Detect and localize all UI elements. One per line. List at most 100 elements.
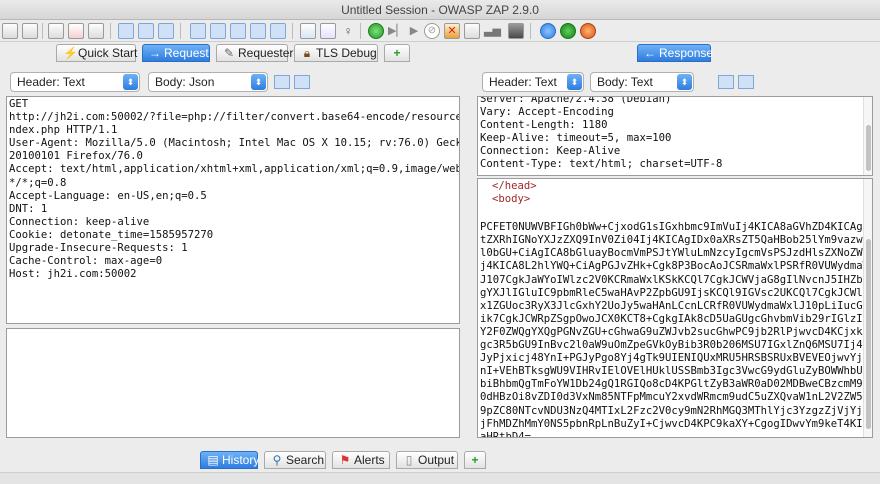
scan-icon[interactable] — [300, 23, 316, 39]
session-icon[interactable] — [2, 23, 18, 39]
text-line: JyPjxicj48YnI+PGJyPgo8Yj4gTk9UIENIQUxMRU… — [480, 352, 873, 365]
text-line: Cookie: detonate_time=1585957270 — [9, 228, 214, 241]
delete-icon[interactable] — [68, 23, 84, 39]
request-header-textarea[interactable]: GET http://jh2i.com:50002/?file=php://fil… — [6, 96, 460, 324]
text-line: Host: jh2i.com:50002 — [9, 268, 137, 281]
tab-request[interactable]: → Request — [142, 44, 210, 62]
text-line: <body> — [492, 193, 531, 206]
layout-b-icon[interactable] — [210, 23, 226, 39]
select-value: Header: Text — [489, 75, 557, 89]
request-header-view-select[interactable]: Header: Text ⬍ — [10, 72, 140, 92]
help-icon[interactable] — [540, 23, 556, 39]
arrow-left-icon: ← — [644, 46, 656, 60]
continue-icon[interactable]: ▶ — [406, 23, 422, 39]
toolbar-separator — [360, 23, 361, 39]
break-icon[interactable]: ✕ — [444, 23, 460, 39]
add-tab-button[interactable]: + — [464, 451, 486, 469]
tab-history[interactable]: ▤ History — [200, 451, 259, 469]
stop-icon[interactable]: ⊘ — [424, 23, 440, 39]
layout-a-icon[interactable] — [190, 23, 206, 39]
text-line: x1ZGUoc3RyX3JlcGxhY2UoJy5waHAnLCcnLCRfR0… — [480, 299, 873, 312]
bars-icon[interactable]: ▃▅ — [484, 23, 501, 39]
text-line: aHRtbD4= — [480, 430, 532, 438]
bulb-icon[interactable]: ♀ — [340, 23, 356, 39]
select-value: Header: Text — [17, 75, 85, 89]
grid-icon[interactable] — [464, 23, 480, 39]
toolbar-separator — [530, 23, 531, 39]
response-body-view-select[interactable]: Body: Text ⬍ — [590, 72, 694, 92]
text-line: GET — [9, 98, 29, 110]
window-titlebar: Untitled Session - OWASP ZAP 2.9.0 — [0, 0, 880, 20]
firefox-icon[interactable] — [580, 23, 596, 39]
tab-tls-debug[interactable]: 🔒︎ TLS Debug — [294, 44, 378, 62]
tab-output[interactable]: ▯ Output — [396, 451, 458, 469]
layout-c-icon[interactable] — [230, 23, 246, 39]
toolbar-separator — [292, 23, 293, 39]
tab-quick-start[interactable]: ⚡Quick Start — [56, 44, 138, 62]
text-line: User-Agent: Mozilla/5.0 (Macintosh; Inte… — [9, 137, 460, 150]
request-body-text — [7, 329, 459, 331]
layout-icon[interactable] — [88, 23, 104, 39]
toolbar-separator — [42, 23, 43, 39]
toolbar-separator — [180, 23, 181, 39]
tab-requester[interactable]: ✎ Requester — [216, 44, 293, 62]
chevron-updown-icon: ⬍ — [567, 74, 582, 90]
split-horizontal-icon[interactable] — [718, 75, 734, 89]
add-tab-button[interactable]: + — [384, 44, 410, 62]
gear-icon[interactable] — [22, 23, 38, 39]
text-line: 0dHBzOi8vZDI0d3VxNm85NTFpMmcuY2xvdWRmcm9… — [480, 391, 873, 404]
text-line: PCFET0NUWVBFIGh0bWw+CjxodG1sIGxhbmc9ImVu… — [480, 221, 873, 234]
response-header-text: Server: Apache/2.4.38 (Debian) Vary: Acce… — [478, 96, 872, 173]
chevron-updown-icon: ⬍ — [123, 74, 138, 90]
green-light-icon[interactable] — [368, 23, 384, 39]
text-line: */*;q=0.8 — [9, 176, 67, 189]
text-line: http://jh2i.com:50002/?file=php://filter… — [9, 111, 460, 124]
request-body-textarea[interactable] — [6, 328, 460, 438]
layout-d-icon[interactable] — [250, 23, 266, 39]
tab-search[interactable]: ⚲ Search — [264, 451, 326, 469]
response-body-text: PCFET0NUWVBFIGh0bWw+CjxodG1sIGxhbmc9ImVu… — [478, 220, 873, 438]
tab-label: Request — [164, 46, 209, 60]
text-line: DNT: 1 — [9, 202, 48, 215]
select-value: Body: Json — [155, 75, 215, 89]
tab-label: Quick Start — [78, 46, 138, 60]
text-line: Server: Apache/2.4.38 (Debian) — [480, 96, 672, 105]
text-line: Y2F0ZWQgYXQgPGNvZGU+cGhwaG9uZWJvb2sucGhw… — [480, 325, 873, 338]
lightning-icon: ⚡ — [63, 46, 78, 60]
split-horizontal-icon[interactable] — [274, 75, 290, 89]
new-context-icon[interactable] — [48, 23, 64, 39]
response-html-tags: </head> <body> — [478, 179, 872, 207]
request-body-view-select[interactable]: Body: Json ⬍ — [148, 72, 268, 92]
layout-e-icon[interactable] — [270, 23, 286, 39]
text-line: Accept-Language: en-US,en;q=0.5 — [9, 189, 207, 202]
split-vertical-icon[interactable] — [738, 75, 754, 89]
view-tabs-icon[interactable] — [118, 23, 134, 39]
text-line: Vary: Accept-Encoding — [480, 106, 614, 119]
request-header-text: GET http://jh2i.com:50002/?file=php://fil… — [7, 97, 459, 282]
response-header-view-select[interactable]: Header: Text ⬍ — [482, 72, 584, 92]
scrollbar-thumb[interactable] — [866, 125, 871, 171]
view-full-icon[interactable] — [158, 23, 174, 39]
spider-icon[interactable] — [320, 23, 336, 39]
tab-label: TLS Debug — [316, 46, 377, 60]
tab-label: Alerts — [354, 453, 385, 467]
text-line: nI+VEhBTksgWU9VIHRvIElOVElHUklUSSBmb3Igc… — [480, 365, 873, 378]
tab-response[interactable]: ← Response — [637, 44, 713, 62]
response-body-scrollbar[interactable] — [863, 179, 872, 437]
step-icon[interactable]: ▶▏ — [388, 23, 405, 39]
response-body-textarea[interactable]: </head> <body> PCFET0NUWVBFIGh0bWw+CjxodG… — [477, 178, 873, 438]
split-vertical-icon[interactable] — [294, 75, 310, 89]
response-header-scrollbar[interactable] — [863, 97, 872, 175]
scrollbar-thumb[interactable] — [866, 239, 871, 429]
toolbar-separator — [110, 23, 111, 39]
console-icon[interactable] — [508, 23, 524, 39]
tab-label: Search — [286, 453, 325, 467]
tab-alerts[interactable]: ⚑ Alerts — [332, 451, 390, 469]
response-header-textarea[interactable]: Server: Apache/2.4.38 (Debian) Vary: Acce… — [477, 96, 873, 176]
text-line: biBhbmQgTmFoYW1Db24gQ1RGIQo8cD4KPGltZyB3… — [480, 378, 873, 391]
addons-icon[interactable] — [560, 23, 576, 39]
view-split-icon[interactable] — [138, 23, 154, 39]
search-icon: ⚲ — [272, 453, 282, 467]
chevron-updown-icon: ⬍ — [251, 74, 266, 90]
text-line: J107CgkJaWYoIWlzc2V0KCRmaWxlKSkKCQl7CgkJ… — [480, 273, 873, 286]
